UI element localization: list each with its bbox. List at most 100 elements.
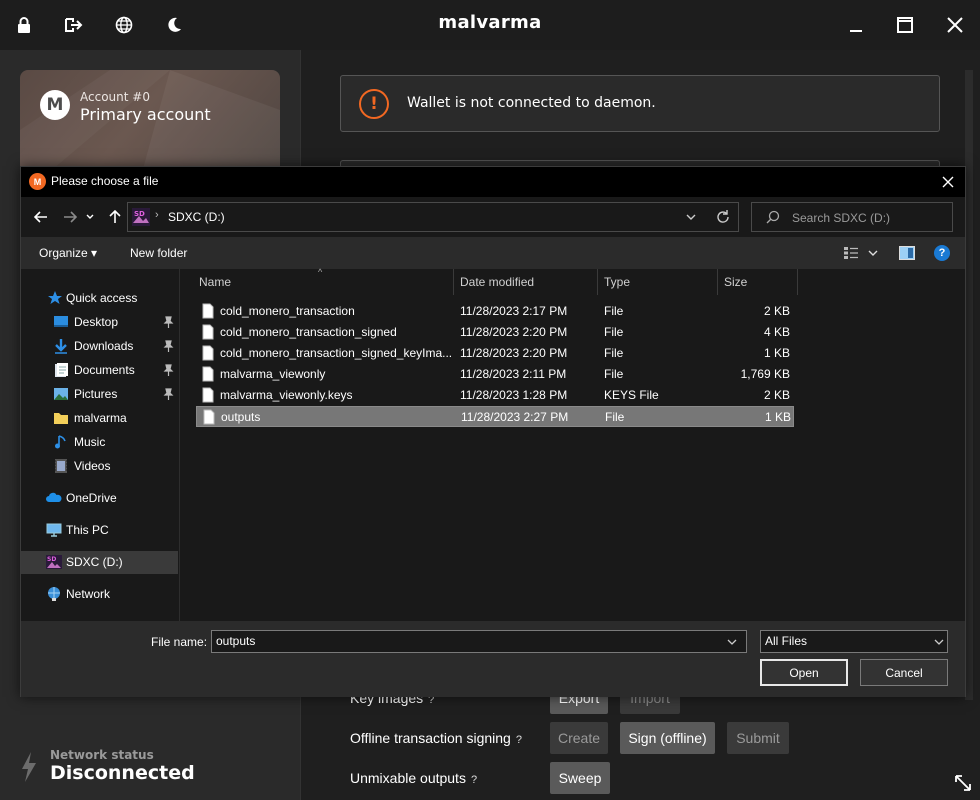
column-divider[interactable] <box>453 269 454 295</box>
new-folder-button[interactable]: New folder <box>130 246 187 260</box>
recent-locations-chevron-icon[interactable] <box>84 207 96 227</box>
folder-icon <box>54 413 68 424</box>
file-size: 1,769 KB <box>740 367 790 381</box>
submit-button[interactable]: Submit <box>727 722 789 754</box>
address-location[interactable]: SDXC (D:) <box>168 210 225 224</box>
warning-icon: ! <box>359 89 389 119</box>
forward-arrow-icon[interactable] <box>60 207 80 227</box>
dialog-navigation-bar: SD › SDXC (D:) Search SDXC (D:) <box>21 197 965 237</box>
videos-icon <box>55 459 67 473</box>
scrollbar[interactable] <box>965 70 973 700</box>
nav-item-music[interactable]: Music <box>21 431 178 454</box>
file-row[interactable]: cold_monero_transaction_signed 11/28/202… <box>196 322 794 343</box>
nav-item-downloads[interactable]: Downloads <box>21 335 178 358</box>
back-arrow-icon[interactable] <box>31 207 51 227</box>
change-view-icon[interactable] <box>843 246 881 260</box>
file-type-select[interactable]: All Files <box>760 630 948 653</box>
file-row[interactable]: malvarma_viewonly.keys 11/28/2023 1:28 P… <box>196 385 794 406</box>
file-date: 11/28/2023 2:20 PM <box>460 346 568 360</box>
nav-item-pictures[interactable]: Pictures <box>21 383 178 406</box>
help-icon[interactable]: ? <box>934 245 950 261</box>
sweep-button[interactable]: Sweep <box>550 762 610 794</box>
file-type-value: All Files <box>765 634 808 648</box>
pictures-icon <box>54 388 68 400</box>
nav-item-documents[interactable]: Documents <box>21 359 178 382</box>
logout-icon[interactable] <box>62 13 86 37</box>
file-row[interactable]: malvarma_viewonly 11/28/2023 2:11 PM Fil… <box>196 364 794 385</box>
breadcrumb-separator: › <box>155 209 159 221</box>
file-name-label: File name: <box>151 635 208 649</box>
file-type: File <box>604 304 624 318</box>
file-date: 11/28/2023 2:20 PM <box>460 325 568 339</box>
file-row[interactable]: cold_monero_transaction_signed_keyIma...… <box>196 343 794 364</box>
nav-item-onedrive[interactable]: OneDrive <box>21 487 178 510</box>
organize-button[interactable]: Organize ▾ <box>39 246 97 260</box>
chevron-down-icon[interactable] <box>933 636 945 648</box>
create-button[interactable]: Create <box>550 722 608 754</box>
network-icon <box>48 587 60 601</box>
account-name: Primary account <box>80 105 211 124</box>
refresh-icon[interactable] <box>715 209 731 225</box>
moon-icon[interactable] <box>162 13 186 37</box>
pin-icon[interactable] <box>163 388 174 400</box>
column-header-type[interactable]: Type <box>604 269 716 295</box>
maximize-icon[interactable] <box>893 13 917 37</box>
pin-icon[interactable] <box>163 340 174 352</box>
nav-item-malvarma[interactable]: malvarma <box>21 407 178 430</box>
lock-icon[interactable] <box>12 13 36 37</box>
open-button[interactable]: Open <box>760 659 848 686</box>
account-card[interactable]: M Account #0 Primary account <box>20 70 280 180</box>
file-type: KEYS File <box>604 388 659 402</box>
file-row-selected[interactable]: outputs 11/28/2023 2:27 PM File 1 KB <box>196 406 794 427</box>
account-number: Account #0 <box>80 90 150 104</box>
dialog-footer: File name: outputs All Files Open Cancel <box>21 621 965 697</box>
resize-icon[interactable] <box>954 774 972 792</box>
nav-item-quick-access[interactable]: Quick access <box>21 287 178 310</box>
desktop-icon <box>54 316 68 327</box>
sign-offline-button[interactable]: Sign (offline) <box>620 722 715 754</box>
file-size: 4 KB <box>763 325 790 339</box>
minimize-icon[interactable] <box>844 13 868 37</box>
column-divider[interactable] <box>797 269 798 295</box>
address-bar[interactable]: SD › SDXC (D:) <box>127 202 739 232</box>
nav-item-network[interactable]: Network <box>21 583 178 606</box>
nav-item-videos[interactable]: Videos <box>21 455 178 478</box>
dialog-close-icon[interactable] <box>937 171 959 193</box>
pin-icon[interactable] <box>163 316 174 328</box>
search-placeholder: Search SDXC (D:) <box>792 211 891 225</box>
column-divider[interactable] <box>717 269 718 295</box>
chevron-down-icon[interactable] <box>726 636 738 648</box>
help-icon[interactable]: ? <box>471 774 477 786</box>
close-icon[interactable] <box>943 13 967 37</box>
help-icon[interactable]: ? <box>516 734 522 746</box>
nav-item-this-pc[interactable]: This PC <box>21 519 178 542</box>
drive-icon: SD <box>132 208 150 226</box>
app-title: malvarma <box>438 12 542 33</box>
file-name-input[interactable]: outputs <box>211 630 747 653</box>
column-header-name[interactable]: Name <box>199 269 453 295</box>
file-row[interactable]: cold_monero_transaction 11/28/2023 2:17 … <box>196 301 794 322</box>
music-icon <box>55 435 66 449</box>
lightning-icon <box>22 752 36 782</box>
file-name-value[interactable]: outputs <box>216 634 255 648</box>
up-arrow-icon[interactable] <box>105 207 125 227</box>
preview-pane-icon[interactable] <box>899 246 915 260</box>
globe-icon[interactable] <box>112 13 136 37</box>
file-name: cold_monero_transaction_signed <box>220 325 397 339</box>
search-box[interactable]: Search SDXC (D:) <box>751 202 953 232</box>
pin-icon[interactable] <box>163 364 174 376</box>
file-name: malvarma_viewonly <box>220 367 326 381</box>
file-size: 1 KB <box>764 410 791 424</box>
file-date: 11/28/2023 1:28 PM <box>460 388 568 402</box>
nav-item-sdxc-drive[interactable]: SD SDXC (D:) <box>21 551 178 574</box>
file-icon <box>202 303 214 319</box>
column-header-date-modified[interactable]: Date modified <box>460 269 596 295</box>
column-divider[interactable] <box>597 269 598 295</box>
cloud-icon <box>46 492 62 502</box>
column-header-size[interactable]: Size <box>724 269 794 295</box>
daemon-warning: ! Wallet is not connected to daemon. <box>340 75 940 132</box>
nav-item-desktop[interactable]: Desktop <box>21 311 178 334</box>
cancel-button[interactable]: Cancel <box>860 659 948 686</box>
file-date: 11/28/2023 2:17 PM <box>460 304 568 318</box>
address-history-chevron-icon[interactable] <box>684 210 698 224</box>
